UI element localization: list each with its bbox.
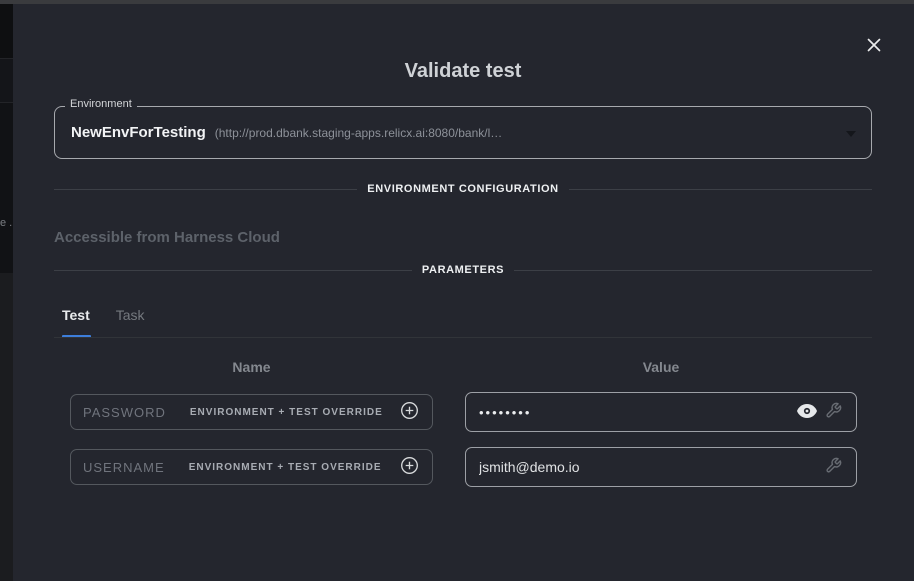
param-name-box-username: USERNAME ENVIRONMENT + TEST OVERRIDE [70, 449, 433, 485]
parameters-heading: PARAMETERS [422, 264, 504, 276]
column-header-name: Name [70, 359, 433, 375]
tabs-divider-line [54, 337, 872, 338]
chevron-down-icon [846, 131, 856, 137]
background-segment [0, 273, 13, 581]
divider-line [514, 270, 872, 271]
password-value-input[interactable] [479, 405, 794, 420]
validate-test-dialog: Validate test Environment NewEnvForTesti… [13, 4, 914, 581]
environment-name: NewEnvForTesting [71, 124, 206, 141]
tab-task[interactable]: Task [116, 307, 145, 323]
background-segment [0, 4, 13, 59]
add-circle-icon [400, 456, 419, 478]
param-value-box-password [465, 392, 857, 432]
background-page-strip: e . [0, 4, 13, 581]
environment-configuration-divider: ENVIRONMENT CONFIGURATION [54, 183, 872, 195]
background-segment [0, 59, 13, 103]
column-header-value: Value [465, 359, 857, 375]
environment-configuration-heading: ENVIRONMENT CONFIGURATION [367, 183, 558, 195]
param-value-box-username [465, 447, 857, 487]
param-name-label: PASSWORD [83, 405, 166, 420]
parameters-tabs: Test Task [62, 307, 145, 323]
environment-selected-value: NewEnvForTesting (http://prod.dbank.stag… [55, 107, 871, 158]
add-circle-icon [400, 401, 419, 423]
close-icon [865, 36, 883, 57]
environment-note: Accessible from Harness Cloud [54, 229, 280, 246]
divider-line [54, 189, 357, 190]
tab-test[interactable]: Test [62, 307, 90, 323]
environment-url: (http://prod.dbank.staging-apps.relicx.a… [215, 126, 503, 140]
username-value-input[interactable] [479, 459, 820, 475]
param-override-badge: ENVIRONMENT + TEST OVERRIDE [190, 407, 383, 418]
show-password-button[interactable] [794, 399, 820, 425]
environment-select[interactable]: Environment NewEnvForTesting (http://pro… [54, 106, 872, 159]
param-override-badge: ENVIRONMENT + TEST OVERRIDE [189, 462, 382, 473]
configure-value-button[interactable] [820, 399, 846, 425]
wrench-icon [825, 457, 842, 477]
param-name-box-password: PASSWORD ENVIRONMENT + TEST OVERRIDE [70, 394, 433, 430]
background-clipped-text: e . [0, 217, 12, 229]
validate-test-page: e . Validate test Environment NewEnvForT… [0, 0, 914, 581]
eye-icon [797, 404, 817, 421]
dialog-title: Validate test [54, 60, 872, 83]
environment-select-label: Environment [65, 98, 137, 110]
close-button[interactable] [856, 28, 892, 64]
background-segment: e . [0, 103, 13, 273]
param-name-label: USERNAME [83, 460, 165, 475]
wrench-icon [825, 402, 842, 422]
add-override-button[interactable] [398, 456, 420, 478]
divider-line [54, 270, 412, 271]
parameters-divider: PARAMETERS [54, 264, 872, 276]
configure-value-button[interactable] [820, 454, 846, 480]
divider-line [569, 189, 872, 190]
add-override-button[interactable] [398, 401, 420, 423]
